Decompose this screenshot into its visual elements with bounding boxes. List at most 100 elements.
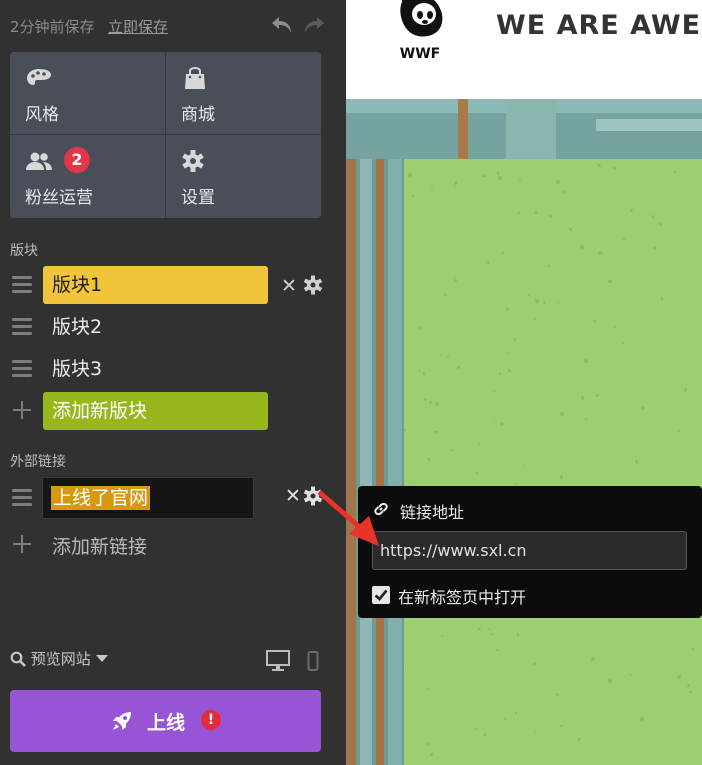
caret-down-icon <box>95 655 108 662</box>
block-item-1[interactable]: 版块1 <box>43 266 268 304</box>
url-input[interactable]: https://www.sxl.cn <box>372 531 687 570</box>
publish-button[interactable]: 上线 ! <box>10 690 321 752</box>
wall-texture <box>430 187 433 190</box>
site-header: WWF WE ARE AWES <box>346 0 702 99</box>
wall-texture <box>534 210 538 215</box>
wall-texture <box>492 390 495 393</box>
wall-texture <box>652 215 655 218</box>
search-icon <box>10 651 26 667</box>
delete-icon[interactable]: ✕ <box>281 275 297 297</box>
link-settings-popover: 链接地址 https://www.sxl.cn 在新标签页中打开 <box>358 486 702 618</box>
wall-texture <box>429 401 433 404</box>
editor-sidebar: 2分钟前保存 立即保存 风格 商城 2 粉丝运营 设置 版块 版块1 ✕ 版块2… <box>0 0 346 765</box>
delete-icon[interactable]: ✕ <box>285 485 301 507</box>
wall-texture <box>585 196 588 199</box>
wall-texture <box>580 396 585 400</box>
save-now-link[interactable]: 立即保存 <box>108 16 168 37</box>
wall-texture <box>426 458 430 462</box>
settings-tile[interactable]: 设置 <box>166 135 321 217</box>
gear-icon[interactable] <box>303 275 323 295</box>
wall-texture <box>515 712 517 714</box>
drag-handle-icon[interactable] <box>12 276 32 294</box>
add-link-button[interactable]: 添加新链接 <box>52 532 147 559</box>
logo-text: WWF <box>400 46 440 62</box>
wall-texture <box>563 190 567 194</box>
link-name-text: 上线了官网 <box>51 486 151 510</box>
wall-texture <box>404 429 406 432</box>
links-section-label: 外部链接 <box>10 454 66 470</box>
wall-texture <box>577 737 581 741</box>
wall-texture <box>692 647 695 650</box>
wall-texture <box>596 393 600 397</box>
store-tile[interactable]: 商城 <box>166 52 321 134</box>
hero-image <box>346 99 702 765</box>
wall-texture <box>677 302 679 304</box>
wall-texture <box>482 173 486 178</box>
wall-texture <box>412 195 415 198</box>
wall-texture <box>503 717 507 721</box>
drag-handle-icon[interactable] <box>12 360 32 378</box>
palette-icon <box>27 69 51 85</box>
wall-texture <box>683 388 688 393</box>
wall-texture <box>547 264 551 268</box>
wall-texture <box>640 406 645 411</box>
style-tile[interactable]: 风格 <box>10 52 165 134</box>
new-tab-checkbox[interactable] <box>372 586 390 604</box>
wall-texture <box>586 218 588 220</box>
wall-texture <box>639 717 644 722</box>
wall-texture <box>608 279 612 284</box>
wall-texture <box>517 633 520 636</box>
wall-texture <box>496 649 499 652</box>
notification-badge: 2 <box>64 147 90 173</box>
new-tab-label: 在新标签页中打开 <box>398 588 527 607</box>
drag-handle-icon[interactable] <box>12 318 32 336</box>
wall-texture <box>487 627 491 630</box>
publish-label: 上线 <box>147 712 186 734</box>
desktop-icon[interactable] <box>266 650 290 672</box>
wall-texture <box>660 296 664 300</box>
block-item-2[interactable]: 版块2 <box>43 308 268 346</box>
wall-texture <box>559 724 563 728</box>
drag-handle-icon[interactable] <box>12 489 32 507</box>
mobile-icon[interactable] <box>307 651 319 671</box>
wall-texture <box>478 627 481 631</box>
redo-icon[interactable] <box>302 14 326 36</box>
wall-texture <box>533 662 536 665</box>
wall-texture <box>486 261 490 265</box>
wall-texture <box>513 338 517 342</box>
link-name-input[interactable]: 上线了官网 <box>42 477 254 519</box>
grid-divider <box>165 52 166 218</box>
wall-texture <box>478 443 481 445</box>
block-item-3[interactable]: 版块3 <box>43 350 268 388</box>
wall-texture <box>498 176 502 180</box>
blocks-section-label: 版块 <box>10 243 38 259</box>
popover-title: 链接地址 <box>400 503 465 522</box>
wall-texture <box>677 675 682 680</box>
plus-icon <box>12 400 32 420</box>
panda-logo-icon: WWF <box>400 0 443 62</box>
wall-texture <box>507 369 512 373</box>
wall-texture <box>466 239 468 241</box>
undo-icon[interactable] <box>270 14 294 36</box>
wall-texture <box>512 439 514 441</box>
wall-texture <box>424 270 426 273</box>
wall-texture <box>557 302 559 304</box>
shopping-bag-icon <box>185 67 205 89</box>
saved-time-text: 2分钟前保存 <box>10 18 95 36</box>
add-block-button[interactable]: 添加新版块 <box>43 392 268 430</box>
preview-site-button[interactable]: 预览网站 <box>10 648 108 669</box>
wall-texture <box>635 416 637 418</box>
wall-texture <box>444 293 448 297</box>
wall-texture <box>456 365 461 369</box>
store-label: 商城 <box>181 105 215 125</box>
wall-texture <box>499 421 504 426</box>
wall-texture <box>535 387 538 389</box>
wall-texture <box>549 176 552 178</box>
fans-tile[interactable]: 2 粉丝运营 <box>10 135 165 217</box>
wall-texture <box>548 214 552 218</box>
wall-texture <box>474 728 477 730</box>
wall-texture <box>629 209 633 213</box>
wall-texture <box>517 211 521 215</box>
wall-texture <box>622 342 624 344</box>
site-heading: WE ARE AWES <box>496 10 702 41</box>
